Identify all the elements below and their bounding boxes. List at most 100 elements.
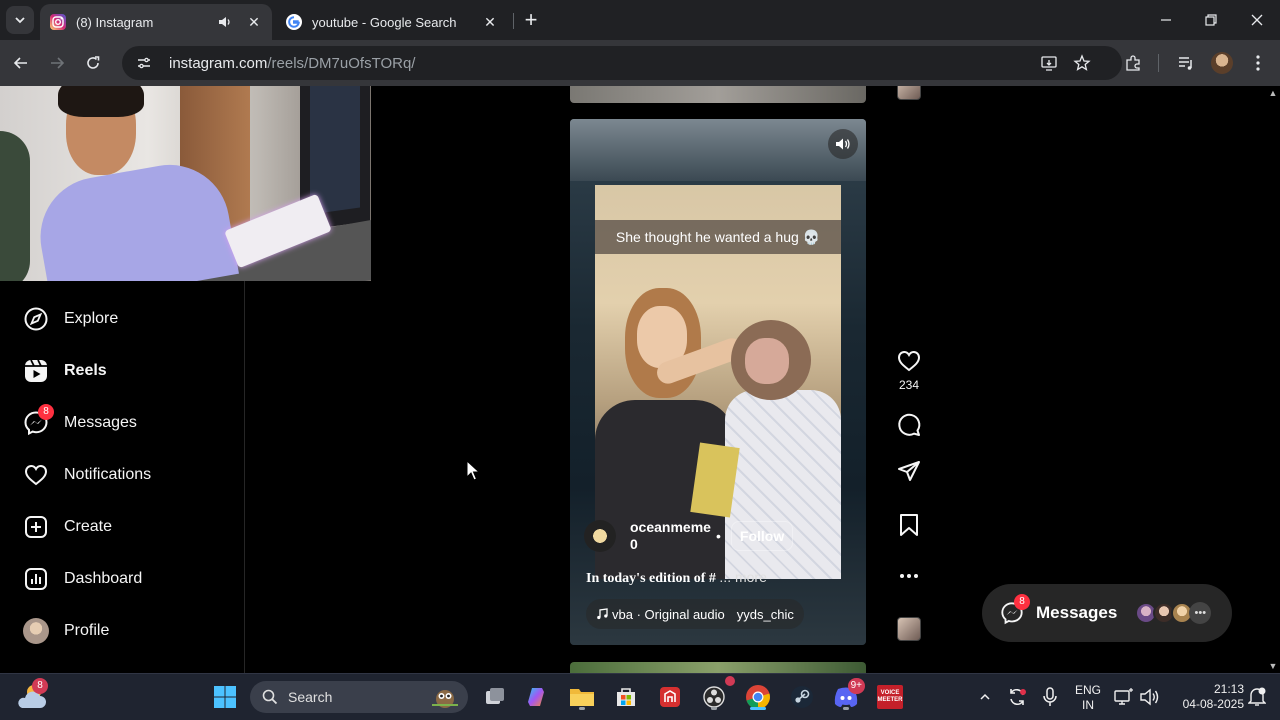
browser-tab-strip: (8) Instagram ✕ youtube - Google Search … (0, 0, 1280, 40)
minimize-button[interactable] (1154, 8, 1178, 32)
restore-button[interactable] (1199, 8, 1223, 32)
address-bar[interactable]: instagram.com/reels/DM7uOfsTORq/ (122, 46, 1122, 80)
chrome-app-button[interactable] (743, 682, 773, 712)
discord-app-button[interactable]: 9+ (831, 678, 865, 712)
language-indicator[interactable]: ENG IN (1069, 683, 1107, 713)
microphone-icon (1043, 687, 1057, 706)
owner-username[interactable]: oceanmeme 0 (630, 519, 712, 553)
sidebar-item-dashboard[interactable]: Dashboard (22, 559, 142, 599)
scroll-down-icon[interactable]: ▼ (1268, 661, 1278, 671)
tab-audio-icon[interactable] (218, 15, 232, 29)
close-window-button[interactable] (1245, 8, 1269, 32)
obs-app-button[interactable] (699, 676, 735, 712)
bell-notification-icon (1248, 687, 1266, 706)
copilot-button[interactable] (523, 682, 553, 712)
voicemeeter-app-button[interactable]: VOICE MEETER (875, 682, 905, 712)
chevron-down-icon (15, 17, 25, 24)
messages-floating-button[interactable]: 8 Messages ••• (982, 584, 1232, 642)
microphone-tray-button[interactable] (1036, 682, 1064, 712)
tab-instagram[interactable]: (8) Instagram ✕ (40, 4, 272, 40)
reel-video[interactable]: She thought he wanted a hug 💀 oceanmeme … (570, 119, 866, 645)
more-menu-icon[interactable] (1247, 52, 1269, 74)
sidebar-item-notifications[interactable]: Notifications (22, 455, 151, 495)
windows-taskbar: 8 Search 9+ VOICE MEETER ENG IN 21:13 04… (0, 673, 1280, 720)
new-tab-button[interactable]: + (519, 7, 543, 32)
clock[interactable]: 21:13 04-08-2025 (1168, 682, 1244, 712)
recording-dot (725, 676, 735, 686)
language-bottom: IN (1082, 698, 1094, 712)
like-button[interactable] (895, 347, 923, 375)
follow-button[interactable]: Follow (730, 521, 794, 551)
discord-badge: 9+ (847, 678, 865, 694)
owner-avatar[interactable] (584, 520, 616, 552)
extensions-icon[interactable] (1122, 52, 1144, 74)
page-scrollbar[interactable]: ▲ ▼ (1266, 86, 1280, 673)
reload-button[interactable] (80, 50, 106, 76)
more-link[interactable]: ... more (719, 569, 766, 585)
restore-icon (1205, 14, 1217, 26)
taskbar-search[interactable]: Search (250, 681, 468, 713)
show-hidden-icons-button[interactable] (972, 682, 998, 712)
file-explorer-button[interactable] (567, 682, 597, 712)
anydesk-app-button[interactable] (655, 682, 685, 712)
sidebar-item-label: Create (64, 518, 113, 535)
install-app-icon[interactable] (1039, 53, 1059, 73)
mouse-cursor-icon (466, 460, 480, 481)
sidebar-item-profile[interactable]: Profile (22, 611, 109, 651)
back-button[interactable] (8, 50, 34, 76)
clock-time: 21:13 (1213, 682, 1244, 696)
site-info-icon[interactable] (134, 53, 154, 73)
instagram-page: Explore Reels 8 Messages Notifications C… (0, 86, 1266, 673)
sidebar-item-reels[interactable]: Reels (22, 351, 107, 391)
previous-reel-audio-thumbnail[interactable] (897, 86, 921, 100)
like-count[interactable]: 234 (889, 378, 929, 392)
messages-badge: 8 (1014, 594, 1030, 610)
steam-app-button[interactable] (787, 682, 817, 712)
previous-reel-preview[interactable] (570, 86, 866, 103)
reel-audio-thumbnail[interactable] (897, 617, 921, 641)
sync-icon (1010, 689, 1026, 705)
separator-dot: • (716, 528, 721, 544)
scroll-up-icon[interactable]: ▲ (1268, 88, 1278, 98)
start-button[interactable] (210, 682, 240, 712)
share-button[interactable] (895, 458, 923, 486)
bookmark-star-icon[interactable] (1072, 53, 1092, 73)
network-tray-button[interactable] (1111, 682, 1137, 712)
task-view-button[interactable] (480, 682, 510, 712)
owl-doodle-icon (432, 690, 458, 708)
reel-caption-overlay: She thought he wanted a hug 💀 (595, 220, 841, 254)
messenger-icon: 8 (22, 404, 54, 437)
dashboard-icon (22, 565, 50, 593)
mute-toggle-button[interactable] (828, 129, 858, 159)
tab-divider (513, 13, 514, 29)
messages-label: Messages (1036, 603, 1118, 622)
url-host: instagram.com (169, 54, 268, 72)
weather-widget[interactable]: 8 (14, 678, 48, 714)
comment-button[interactable] (895, 411, 923, 439)
browser-profile-avatar[interactable] (1211, 52, 1233, 74)
heart-icon (897, 350, 921, 372)
save-button[interactable] (895, 511, 923, 539)
more-options-button[interactable] (895, 562, 923, 590)
send-icon (898, 461, 920, 481)
forward-button[interactable] (44, 50, 70, 76)
sidebar-item-create[interactable]: Create (22, 507, 112, 547)
tab-google-search[interactable]: youtube - Google Search ✕ (276, 4, 508, 40)
close-tab-icon[interactable]: ✕ (246, 14, 262, 30)
close-tab-icon[interactable]: ✕ (482, 14, 498, 30)
messenger-icon: 8 (998, 594, 1030, 627)
tab-search-button[interactable] (6, 6, 34, 34)
notification-center-button[interactable] (1246, 682, 1268, 712)
next-reel-preview[interactable] (570, 662, 866, 673)
media-controls-icon[interactable] (1175, 52, 1197, 74)
sidebar-item-explore[interactable]: Explore (22, 299, 118, 339)
more-horizontal-icon (900, 574, 918, 578)
minimize-icon (1161, 19, 1171, 21)
reel-audio-link[interactable]: vba · Original audio yyds_chic (586, 599, 804, 629)
reel-description[interactable]: In today's edition of # ... more (586, 569, 767, 587)
sidebar-item-messages[interactable]: 8 Messages (22, 403, 137, 443)
microsoft-store-button[interactable] (611, 682, 641, 712)
sync-tray-button[interactable] (1003, 682, 1031, 712)
url-text: instagram.com/reels/DM7uOfsTORq/ (169, 55, 415, 72)
volume-tray-button[interactable] (1137, 682, 1163, 712)
